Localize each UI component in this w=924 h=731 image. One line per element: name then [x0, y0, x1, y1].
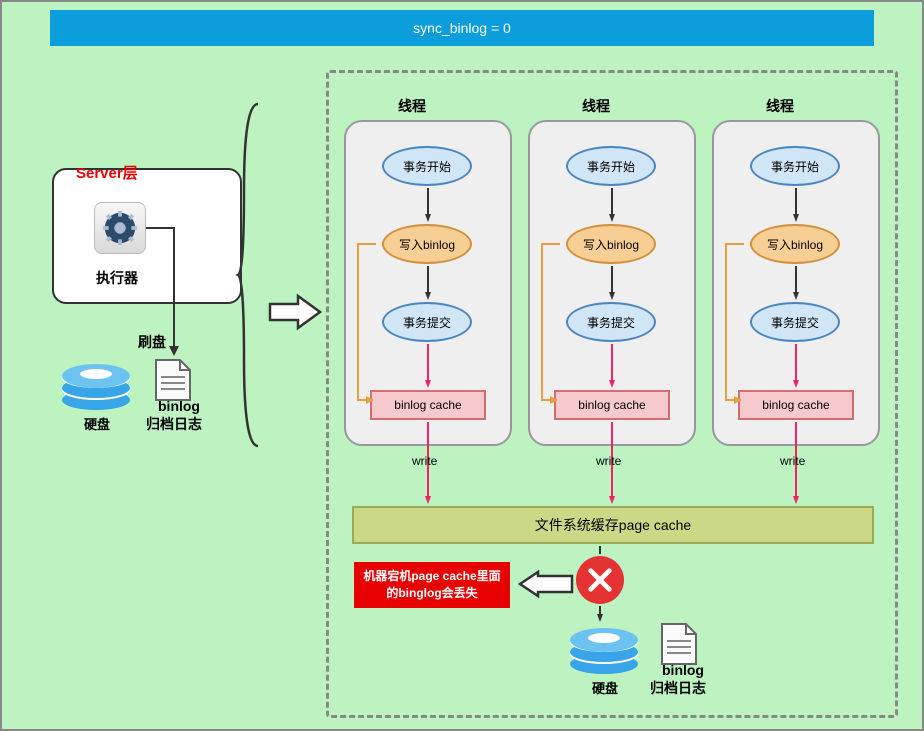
- disk-label: 硬盘: [84, 414, 110, 433]
- binlog-desc: 归档日志: [650, 678, 706, 698]
- disk-label: 硬盘: [592, 678, 618, 697]
- arrow-down-red-icon: [609, 344, 615, 388]
- disk-icon: [566, 624, 642, 679]
- write-label: write: [596, 454, 621, 468]
- tx-commit-node: 事务提交: [566, 302, 656, 342]
- server-layer-label: Server层: [76, 162, 138, 183]
- arrow-down-icon: [609, 188, 615, 222]
- arrow-down-icon: [425, 266, 431, 300]
- tx-begin-node: 事务开始: [750, 146, 840, 186]
- diagram-canvas: sync_binlog = 0 Server层 执行器 刷盘 硬盘 binlog…: [0, 0, 924, 731]
- thread-label: 线程: [398, 96, 426, 116]
- tx-commit-node: 事务提交: [750, 302, 840, 342]
- arrow-down-red-icon: [793, 344, 799, 388]
- flush-label: 刷盘: [138, 332, 166, 352]
- binlog-cache-box: binlog cache: [738, 390, 854, 420]
- tx-commit-node: 事务提交: [382, 302, 472, 342]
- thread-label: 线程: [766, 96, 794, 116]
- tx-begin-node: 事务开始: [566, 146, 656, 186]
- arrow-down-icon: [425, 188, 431, 222]
- disk-icon: [58, 360, 134, 415]
- binlog-cache-box: binlog cache: [370, 390, 486, 420]
- arrow-down-icon: [793, 188, 799, 222]
- thread-label: 线程: [582, 96, 610, 116]
- title-bar: sync_binlog = 0: [50, 10, 874, 46]
- brace-icon: [238, 100, 264, 450]
- x-to-warning-arrow: [516, 570, 574, 598]
- warning-box: 机器宕机page cache里面的binglog会丢失: [354, 562, 510, 608]
- binlog-desc: 归档日志: [146, 414, 202, 434]
- arrow-down-icon: [609, 266, 615, 300]
- arrow-down-icon: [793, 266, 799, 300]
- write-binlog-node: 写入binlog: [566, 224, 656, 264]
- binlog-name: binlog: [158, 398, 200, 414]
- gear-icon: [94, 202, 146, 254]
- write-label: write: [780, 454, 805, 468]
- page-cache-box: 文件系统缓存page cache: [352, 506, 874, 544]
- arrow-down-red-icon: [425, 344, 431, 388]
- binlog-name: binlog: [662, 662, 704, 678]
- bypass-arrow-icon: [538, 242, 562, 410]
- binlog-cache-box: binlog cache: [554, 390, 670, 420]
- write-label: write: [412, 454, 437, 468]
- bypass-arrow-icon: [354, 242, 378, 410]
- bypass-arrow-icon: [722, 242, 746, 410]
- cache-to-disk-arrow: [597, 546, 603, 622]
- executor-label: 执行器: [96, 268, 138, 288]
- write-binlog-node: 写入binlog: [750, 224, 840, 264]
- big-arrow-icon: [268, 292, 324, 335]
- write-binlog-node: 写入binlog: [382, 224, 472, 264]
- tx-begin-node: 事务开始: [382, 146, 472, 186]
